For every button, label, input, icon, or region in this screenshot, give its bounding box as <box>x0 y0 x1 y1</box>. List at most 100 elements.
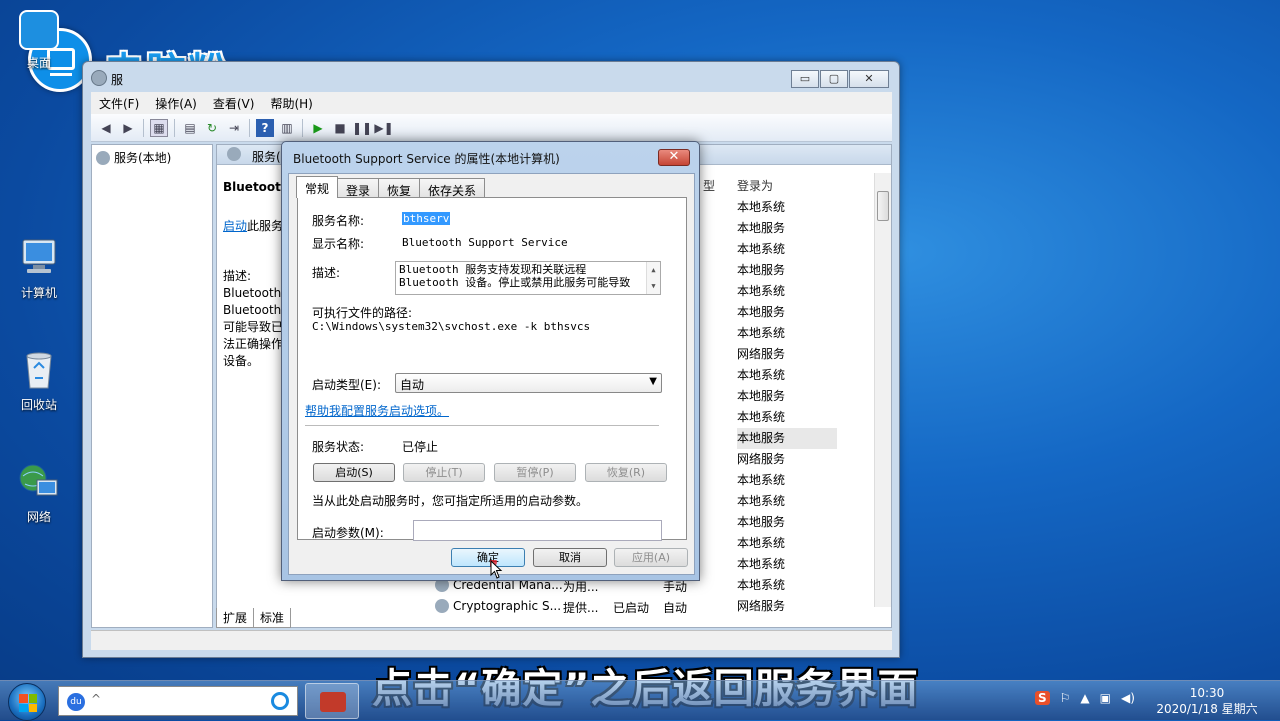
logon-cell[interactable]: 本地系统 <box>737 554 837 575</box>
logon-cell[interactable]: 本地服务 <box>737 386 837 407</box>
column-header-type[interactable]: 型 <box>703 177 715 199</box>
start-service-icon[interactable]: ▶ <box>309 119 327 137</box>
desktop-icon-network[interactable]: 网络 <box>8 460 70 525</box>
service-name-label: 服务名称: <box>312 214 365 228</box>
keyboard-icon[interactable]: ⚐ <box>1060 691 1071 705</box>
forward-arrow-icon[interactable]: ▶ <box>119 119 137 137</box>
description-scrollbar[interactable]: ▲ ▼ <box>646 262 660 294</box>
display-name-label: 显示名称: <box>312 237 365 251</box>
desktop-icon-recycle-bin[interactable]: 回收站 <box>8 348 70 413</box>
clock-time: 10:30 <box>1189 686 1225 700</box>
ok-button[interactable]: 确定 <box>451 548 525 567</box>
chevron-up-icon[interactable]: ▲ <box>1080 691 1089 705</box>
search-input[interactable] <box>105 691 265 711</box>
logon-cell[interactable]: 网络服务 <box>737 449 837 470</box>
close-button[interactable]: ✕ <box>849 70 889 88</box>
tab-dependencies[interactable]: 依存关系 <box>419 178 486 198</box>
tree-item-services-local[interactable]: 服务(本地) <box>96 149 171 166</box>
refresh-icon[interactable]: ↻ <box>203 119 221 137</box>
back-arrow-icon[interactable]: ◀ <box>97 119 115 137</box>
start-button[interactable]: 启动(S) <box>313 463 395 482</box>
sogou-ime-icon[interactable]: S <box>1035 691 1050 705</box>
startup-type-select[interactable]: 自动 ▼ <box>395 373 662 393</box>
logon-cell[interactable]: 本地系统 <box>737 239 837 260</box>
pause-service-icon[interactable]: ❚❚ <box>352 119 372 137</box>
baidu-paw-icon: du <box>67 693 85 711</box>
taskbar-search-box[interactable]: du ^ <box>58 686 298 716</box>
tab-recovery[interactable]: 恢复 <box>378 178 421 198</box>
service-name-value[interactable]: bthserv <box>402 212 451 225</box>
logon-cell[interactable]: 本地系统 <box>737 575 837 596</box>
window-title: 服 <box>111 73 124 87</box>
pause-button[interactable]: 暂停(P) <box>494 463 576 482</box>
tab-extended[interactable]: 扩展 <box>216 608 255 628</box>
logon-cell[interactable]: 本地服务 <box>737 260 837 281</box>
start-service-link[interactable]: 启动 <box>223 219 247 233</box>
logon-cell[interactable]: 本地系统 <box>737 281 837 302</box>
help-configure-link[interactable]: 帮助我配置服务启动选项。 <box>305 402 449 419</box>
table-row[interactable]: Cryptographic S... 提供... 已启动 自动 <box>435 599 687 613</box>
maximize-button[interactable]: ▢ <box>820 70 848 88</box>
logon-cell[interactable]: 本地系统 <box>737 470 837 491</box>
dialog-close-button[interactable]: ✕ <box>658 149 690 166</box>
logon-cell[interactable]: 本地服务 <box>737 512 837 533</box>
logon-cell[interactable]: 本地系统 <box>737 491 837 512</box>
tab-standard[interactable]: 标准 <box>253 608 292 628</box>
tree-pane: 服务(本地) <box>91 144 213 628</box>
path-value: C:\Windows\system32\svchost.exe -k bthsv… <box>312 320 591 333</box>
column-header-logon[interactable]: 登录为 <box>737 177 773 199</box>
stop-service-icon[interactable]: ■ <box>331 119 349 137</box>
menu-help[interactable]: 帮助(H) <box>270 95 312 112</box>
logon-cell[interactable]: 本地系统 <box>737 533 837 554</box>
logon-cell[interactable]: 网络服务 <box>737 596 837 617</box>
logon-cell[interactable]: 网络服务 <box>737 344 837 365</box>
start-params-input[interactable] <box>413 520 662 541</box>
resume-button[interactable]: 恢复(R) <box>585 463 667 482</box>
clock[interactable]: 10:30 2020/1/18 星期六 <box>1152 685 1262 717</box>
desktop-icon-computer[interactable]: 计算机 <box>8 236 70 301</box>
chevron-down-icon: ▼ <box>649 376 657 387</box>
apply-button[interactable]: 应用(A) <box>614 548 688 567</box>
dialog-title: Bluetooth Support Service 的属性(本地计算机) <box>293 152 560 166</box>
stop-button[interactable]: 停止(T) <box>403 463 485 482</box>
system-tray: S ⚐ ▲ ▣ ◀) <box>1035 691 1145 705</box>
path-label: 可执行文件的路径: <box>312 306 413 320</box>
vertical-scrollbar[interactable] <box>874 173 891 607</box>
export-list-icon[interactable]: ⇥ <box>225 119 243 137</box>
service-status-label: 服务状态: <box>312 440 365 454</box>
description-box[interactable]: Bluetooth 服务支持发现和关联远程 Bluetooth 设备。停止或禁用… <box>395 261 661 295</box>
menu-file[interactable]: 文件(F) <box>99 95 139 112</box>
logon-cell[interactable]: 本地系统 <box>737 323 837 344</box>
detail-start-line: 启动此服务 <box>223 219 284 233</box>
volume-icon[interactable]: ◀) <box>1121 691 1135 705</box>
console-view-icon[interactable]: ▥ <box>278 119 296 137</box>
toolbar: ◀ ▶ ▦ ▤ ↻ ⇥ ? ▥ ▶ ■ ❚❚ ▶❚ <box>91 114 892 142</box>
logon-cell[interactable]: 本地系统 <box>737 365 837 386</box>
menu-action[interactable]: 操作(A) <box>155 95 197 112</box>
logon-cell[interactable]: 本地服务 <box>737 428 837 449</box>
help-icon[interactable]: ? <box>256 118 274 137</box>
logon-cell[interactable]: 本地服务 <box>737 302 837 323</box>
menu-view[interactable]: 查看(V) <box>213 95 255 112</box>
scroll-thumb[interactable] <box>877 191 889 221</box>
cancel-button[interactable]: 取消 <box>533 548 607 567</box>
search-icon[interactable] <box>271 692 289 710</box>
properties-icon[interactable]: ▤ <box>181 119 199 137</box>
start-button-icon[interactable] <box>8 683 46 721</box>
tab-logon[interactable]: 登录 <box>337 178 380 198</box>
display-name-value[interactable]: Bluetooth Support Service <box>402 236 568 249</box>
minimize-button[interactable]: ▭ <box>791 70 819 88</box>
desktop-icon <box>19 10 59 50</box>
logon-cell[interactable]: 本地服务 <box>737 218 837 239</box>
bottom-tabs: 扩展 标准 <box>216 608 292 628</box>
desktop-icon-desktop[interactable]: 桌面 <box>8 10 70 71</box>
logon-cell[interactable]: 本地系统 <box>737 407 837 428</box>
tab-general[interactable]: 常规 <box>296 176 339 198</box>
network-tray-icon[interactable]: ▣ <box>1100 691 1111 705</box>
show-tree-icon[interactable]: ▦ <box>150 118 168 137</box>
restart-service-icon[interactable]: ▶❚ <box>374 119 393 137</box>
chevron-up-icon[interactable]: ^ <box>91 692 101 706</box>
params-label: 启动参数(M): <box>312 526 384 540</box>
taskbar-app-services[interactable] <box>305 683 359 719</box>
logon-cell[interactable]: 本地系统 <box>737 197 837 218</box>
